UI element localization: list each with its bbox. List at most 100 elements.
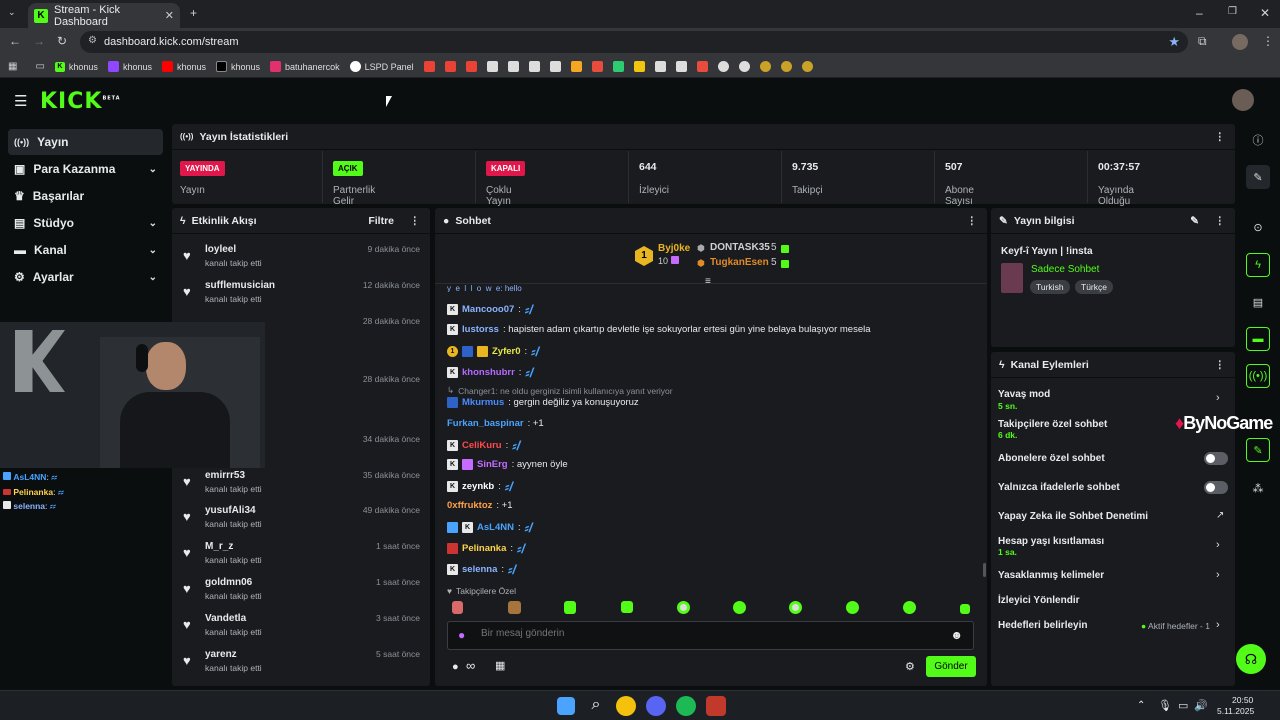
spotify-icon[interactable]: [676, 696, 696, 716]
support-icon[interactable]: ☊: [1236, 644, 1266, 674]
bookmark-icon[interactable]: [549, 61, 561, 72]
bookmark-icon[interactable]: [696, 61, 708, 72]
bookmark-icon[interactable]: [654, 61, 666, 72]
bookmark-icon[interactable]: [759, 61, 771, 72]
emote-icon[interactable]: [508, 601, 521, 614]
more-icon[interactable]: ⋮: [410, 215, 421, 227]
action-account-age[interactable]: Hesap yaşı kısıtlaması: [998, 536, 1104, 547]
bookmark-icon[interactable]: [528, 61, 540, 72]
bookmark-icon[interactable]: [612, 61, 624, 72]
gmail-icon[interactable]: [465, 61, 477, 72]
bookmark-icon[interactable]: [717, 61, 729, 72]
more-icon[interactable]: ⋮: [1215, 215, 1226, 227]
chat-settings-icon[interactable]: ⚙: [905, 660, 915, 673]
bookmark-icon[interactable]: [591, 61, 603, 72]
more-icon[interactable]: ⋮: [1215, 131, 1226, 143]
back-icon[interactable]: ←: [9, 34, 21, 48]
bookmark-item[interactable]: LSPD Panel: [349, 61, 414, 72]
emote-icon[interactable]: [846, 601, 859, 614]
nav-item-kanal[interactable]: ▬ Kanal ⌄: [8, 237, 163, 263]
action-raid[interactable]: İzleyici Yönlendir: [998, 595, 1080, 606]
network-icon[interactable]: ▭: [1178, 699, 1188, 712]
tray-chevron-icon[interactable]: ⌃: [1137, 700, 1145, 711]
close-window-icon[interactable]: ✕: [1260, 6, 1270, 20]
edit-icon[interactable]: ✎: [1190, 215, 1199, 227]
action-banned-words[interactable]: Yasaklanmış kelimeler: [998, 570, 1104, 581]
action-slow-mode[interactable]: Yavaş mod: [998, 389, 1050, 400]
close-tab-icon[interactable]: ✕: [165, 9, 174, 22]
browser-menu-icon[interactable]: ⋮: [1262, 34, 1274, 48]
bookmark-icon[interactable]: [801, 61, 813, 72]
chat-scrollbar[interactable]: [983, 563, 986, 577]
emote-icon[interactable]: [677, 601, 690, 614]
chat-input[interactable]: ● ☻: [447, 621, 974, 650]
gmail-icon[interactable]: [423, 61, 435, 72]
kick-logo[interactable]: KICKBETA: [40, 89, 121, 114]
forward-icon[interactable]: →: [33, 34, 45, 48]
emote-icon[interactable]: [960, 604, 970, 614]
community-icon[interactable]: ⁂: [1246, 476, 1270, 500]
category-link[interactable]: Sadece Sohbet: [1031, 264, 1099, 275]
action-ai-moderation[interactable]: Yapay Zeka ile Sohbet Denetimi: [998, 511, 1148, 522]
url-field[interactable]: ⚙ dashboard.kick.com/stream ★: [80, 31, 1188, 53]
menu-icon[interactable]: ☰: [14, 92, 27, 110]
leaderboard-user[interactable]: TugkanEsen: [710, 257, 769, 268]
chat-bubble-icon[interactable]: ▬: [1246, 327, 1270, 351]
search-icon[interactable]: ⌕: [586, 696, 606, 716]
emote-icon[interactable]: [733, 601, 746, 614]
user-avatar[interactable]: [1232, 89, 1254, 111]
action-followers-only[interactable]: Takipçilere özel sohbet: [998, 419, 1107, 430]
chevron-right-icon[interactable]: ›: [1216, 619, 1220, 631]
filter-button[interactable]: Filtre: [368, 215, 394, 227]
bookmark-icon[interactable]: [780, 61, 792, 72]
chrome-icon[interactable]: [616, 696, 636, 716]
emote-icon[interactable]: [452, 601, 463, 614]
lightning-icon[interactable]: ϟ: [1246, 253, 1270, 277]
volume-icon[interactable]: 🔊: [1194, 699, 1208, 712]
profile-avatar[interactable]: [1232, 34, 1248, 50]
bookmark-icon[interactable]: [738, 61, 750, 72]
bookmark-item[interactable]: batuhanercok: [270, 61, 340, 72]
extensions-icon[interactable]: ⧉: [1198, 34, 1207, 49]
document-icon[interactable]: ▤: [1246, 290, 1270, 314]
minimize-icon[interactable]: –: [1196, 6, 1203, 20]
external-link-icon[interactable]: ↗: [1216, 510, 1224, 521]
edit-icon[interactable]: ✎: [1246, 165, 1270, 189]
reload-icon[interactable]: ↻: [57, 34, 67, 48]
chevron-right-icon[interactable]: ›: [1216, 539, 1220, 551]
gmail-icon[interactable]: [444, 61, 456, 72]
clock-date[interactable]: 5.11.2025: [1217, 706, 1254, 716]
category-thumbnail[interactable]: [1001, 263, 1023, 293]
shop-icon[interactable]: ▦: [495, 659, 505, 672]
emote-icon[interactable]: [564, 601, 576, 614]
subscribers-only-toggle[interactable]: [1204, 452, 1228, 465]
apps-icon[interactable]: ▦: [8, 61, 17, 72]
channel-points-icon[interactable]: ●: [452, 661, 459, 673]
bookmark-icon[interactable]: [675, 61, 687, 72]
emote-icon[interactable]: [621, 601, 633, 613]
action-goals[interactable]: Hedefleri belirleyin: [998, 620, 1087, 631]
browser-tab[interactable]: K Stream - Kick Dashboard ✕: [28, 3, 180, 28]
discord-icon[interactable]: [646, 696, 666, 716]
emoji-icon[interactable]: ☻: [950, 628, 963, 642]
nav-item-studyo[interactable]: ▤ Stüdyo ⌄: [8, 210, 163, 236]
nav-item-yayin[interactable]: ((•)) Yayın: [8, 129, 163, 155]
tag-pill[interactable]: Turkish: [1030, 280, 1070, 294]
send-button[interactable]: Gönder: [926, 656, 976, 677]
tag-pill[interactable]: Türkçe: [1075, 280, 1113, 294]
nav-item-ayarlar[interactable]: ⚙ Ayarlar ⌄: [8, 264, 163, 290]
more-icon[interactable]: ⋮: [1215, 359, 1226, 371]
emotes-only-toggle[interactable]: [1204, 481, 1228, 494]
clock-time[interactable]: 20:50: [1232, 695, 1253, 705]
bookmark-star-icon[interactable]: ★: [1168, 34, 1180, 50]
bookmark-item[interactable]: Kkhonus: [54, 61, 98, 72]
leaderboard-user[interactable]: Byj0ke: [658, 243, 690, 254]
leaderboard-user[interactable]: DONTASK35: [710, 242, 770, 253]
folder-icon[interactable]: ▭: [35, 61, 44, 72]
site-info-icon[interactable]: ⚙: [88, 35, 97, 46]
bookmark-icon[interactable]: [507, 61, 519, 72]
bookmark-icon[interactable]: [486, 61, 498, 72]
expand-icon[interactable]: ≡: [705, 276, 711, 287]
info-icon[interactable]: ⓘ: [1246, 128, 1270, 152]
bookmark-item[interactable]: khonus: [161, 61, 206, 72]
